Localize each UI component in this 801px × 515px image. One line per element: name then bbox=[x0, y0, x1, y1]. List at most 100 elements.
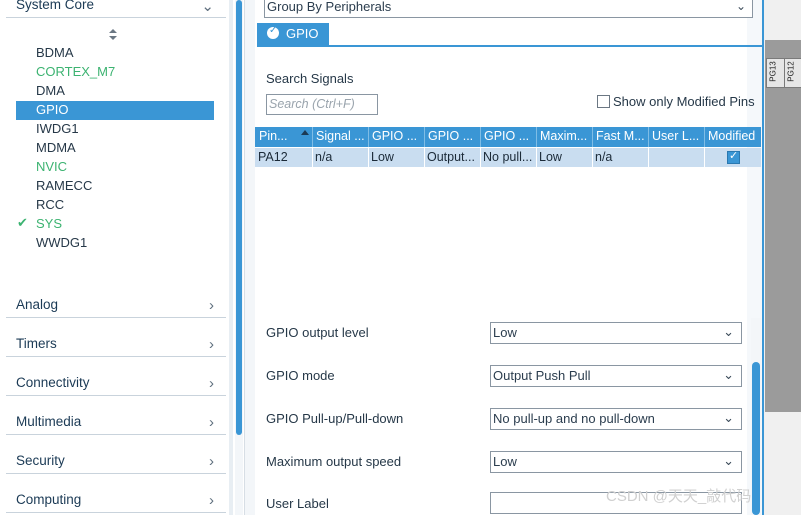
user-label-label: User Label bbox=[266, 496, 329, 511]
table-cell bbox=[649, 148, 705, 167]
max-output-speed-label: Maximum output speed bbox=[266, 454, 402, 469]
chevron-down-icon: ⌄ bbox=[723, 410, 734, 425]
gpio-pull-label: GPIO Pull-up/Pull-down bbox=[266, 411, 404, 426]
category-timers[interactable]: Timers › bbox=[16, 336, 214, 354]
column-header[interactable]: GPIO ... bbox=[369, 127, 425, 147]
peripheral-nvic[interactable]: NVIC bbox=[16, 158, 214, 177]
table-header: Pin... Signal ... GPIO ... GPIO ... GPIO… bbox=[255, 127, 761, 147]
table-cell: Output... bbox=[425, 148, 481, 167]
peripheral-label: RCC bbox=[36, 197, 65, 212]
peripheral-iwdg1[interactable]: IWDG1 bbox=[16, 120, 214, 139]
select-value: Low bbox=[493, 325, 517, 340]
sort-icon[interactable] bbox=[109, 29, 117, 41]
group-by-dropdown[interactable]: Group By Peripherals ⌄ bbox=[264, 0, 753, 18]
divider bbox=[6, 317, 226, 318]
peripheral-label: IWDG1 bbox=[36, 121, 79, 136]
peripheral-label: NVIC bbox=[36, 159, 68, 174]
column-header[interactable]: Modified bbox=[705, 127, 761, 147]
chevron-down-icon: ⌄ bbox=[723, 453, 734, 468]
column-header[interactable]: Pin... bbox=[256, 127, 313, 147]
column-header[interactable]: Maxim... bbox=[537, 127, 593, 147]
tab-gpio[interactable]: GPIO bbox=[257, 23, 329, 45]
max-output-speed-select[interactable]: Low ⌄ bbox=[490, 451, 742, 473]
chevron-right-icon: › bbox=[209, 336, 214, 353]
peripheral-label: MDMA bbox=[36, 140, 76, 155]
column-header-label: Modified bbox=[708, 129, 756, 143]
select-value: Output Push Pull bbox=[493, 368, 591, 383]
chevron-down-icon: ⌄ bbox=[723, 367, 734, 382]
category-connectivity[interactable]: Connectivity › bbox=[16, 375, 214, 393]
category-label: Timers bbox=[16, 336, 57, 351]
cell-text: Low bbox=[539, 150, 562, 164]
peripheral-dma[interactable]: DMA bbox=[16, 82, 214, 101]
category-label: Connectivity bbox=[16, 375, 90, 390]
cell-text: Output... bbox=[427, 150, 475, 164]
column-header[interactable]: User L... bbox=[649, 127, 705, 147]
pin-label: PG12 bbox=[786, 61, 796, 82]
divider bbox=[6, 17, 226, 18]
config-scrollbar-thumb[interactable] bbox=[752, 362, 760, 515]
search-field[interactable] bbox=[266, 94, 378, 115]
column-header[interactable]: GPIO ... bbox=[425, 127, 481, 147]
modified-checkbox[interactable] bbox=[727, 149, 740, 164]
check-circle-icon bbox=[267, 25, 279, 39]
gpio-mode-label: GPIO mode bbox=[266, 368, 335, 383]
check-icon: ✔ bbox=[17, 215, 28, 230]
column-header[interactable]: GPIO ... bbox=[481, 127, 537, 147]
peripheral-wwdg1[interactable]: WWDG1 bbox=[16, 234, 214, 253]
select-value: No pull-up and no pull-down bbox=[493, 411, 655, 426]
gpio-mode-select[interactable]: Output Push Pull ⌄ bbox=[490, 365, 742, 387]
cell-text: Low bbox=[371, 150, 394, 164]
pin-pg13[interactable]: PG13 bbox=[766, 58, 785, 88]
category-system-core[interactable]: System Core ⌄ bbox=[16, 0, 214, 15]
peripheral-rcc[interactable]: RCC bbox=[16, 196, 214, 215]
column-header-label: GPIO ... bbox=[428, 129, 474, 143]
category-label: Analog bbox=[16, 297, 59, 312]
category-label: Security bbox=[16, 453, 65, 468]
chevron-right-icon: › bbox=[209, 297, 214, 314]
peripheral-gpio[interactable]: GPIO bbox=[16, 101, 214, 120]
show-modified-checkbox[interactable] bbox=[597, 95, 610, 108]
gpio-pull-select[interactable]: No pull-up and no pull-down ⌄ bbox=[490, 408, 742, 430]
column-header-label: GPIO ... bbox=[484, 129, 530, 143]
category-label: Multimedia bbox=[16, 414, 82, 429]
chevron-right-icon: › bbox=[209, 492, 214, 509]
category-panel: System Core ⌄ BDMA CORTEX_M7 DMA GPIO IW… bbox=[0, 0, 228, 515]
column-header[interactable]: Fast M... bbox=[593, 127, 649, 147]
peripheral-ramecc[interactable]: RAMECC bbox=[16, 177, 214, 196]
peripheral-label: CORTEX_M7 bbox=[36, 64, 116, 79]
peripheral-label: RAMECC bbox=[36, 178, 93, 193]
pin-pg12[interactable]: PG12 bbox=[784, 58, 801, 88]
select-value: Low bbox=[493, 454, 517, 469]
column-header[interactable]: Signal ... bbox=[313, 127, 369, 147]
category-computing[interactable]: Computing › bbox=[16, 492, 214, 510]
pin-label: PG13 bbox=[768, 61, 778, 82]
column-header-label: Fast M... bbox=[596, 129, 645, 143]
cell-text: n/a bbox=[595, 150, 613, 164]
group-by-value: Group By Peripherals bbox=[267, 0, 392, 14]
cell-text: PA12 bbox=[258, 150, 288, 164]
search-signals-label: Search Signals bbox=[266, 71, 354, 86]
cell-text: No pull... bbox=[483, 150, 533, 164]
table-cell: n/a bbox=[593, 148, 649, 167]
peripheral-label: DMA bbox=[36, 83, 65, 98]
sort-ascending-icon bbox=[301, 130, 309, 135]
chevron-down-icon: ⌄ bbox=[735, 0, 746, 13]
tab-bar bbox=[257, 23, 762, 47]
table-cell bbox=[705, 148, 761, 167]
search-input[interactable] bbox=[267, 95, 377, 112]
table-row[interactable]: PA12 n/a Low Output... No pull... Low n/… bbox=[255, 148, 761, 167]
peripheral-sys[interactable]: ✔ SYS bbox=[16, 215, 214, 234]
peripheral-bdma[interactable]: BDMA bbox=[16, 44, 214, 63]
peripheral-mdma[interactable]: MDMA bbox=[16, 139, 214, 158]
chip-package bbox=[765, 40, 801, 412]
gpio-output-level-select[interactable]: Low ⌄ bbox=[490, 322, 742, 344]
category-multimedia[interactable]: Multimedia › bbox=[16, 414, 214, 432]
splitter[interactable] bbox=[244, 0, 255, 515]
category-security[interactable]: Security › bbox=[16, 453, 214, 471]
peripheral-cortex-m7[interactable]: CORTEX_M7 bbox=[16, 63, 214, 82]
table-cell: Low bbox=[537, 148, 593, 167]
category-analog[interactable]: Analog › bbox=[16, 297, 214, 315]
column-header-label: User L... bbox=[652, 129, 700, 143]
left-scrollbar-thumb[interactable] bbox=[236, 0, 242, 435]
